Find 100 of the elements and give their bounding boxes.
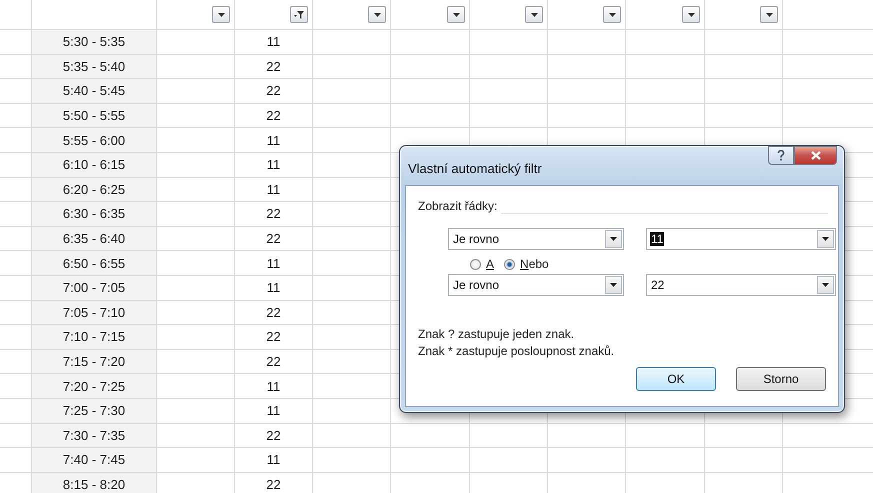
- table-cell: [0, 350, 32, 374]
- table-cell: 22: [235, 226, 313, 252]
- table-cell: 6:50 - 6:55: [32, 251, 157, 276]
- table-cell: 5:50 - 5:55: [32, 104, 157, 128]
- table-cell: 11: [235, 251, 313, 276]
- table-cell: [0, 178, 32, 202]
- table-cell: 6:30 - 6:35: [32, 202, 157, 227]
- table-cell: [0, 54, 32, 80]
- combo-value: 22: [650, 278, 666, 292]
- table-cell: [0, 104, 32, 128]
- dropdown-arrow-icon: [374, 12, 380, 16]
- dropdown-button[interactable]: [817, 230, 834, 248]
- value-combo[interactable]: 22: [646, 274, 836, 296]
- table-cell: 5:55 - 6:00: [32, 128, 157, 153]
- combo-value: 11: [650, 232, 664, 246]
- table-cell: 11: [235, 374, 313, 399]
- table-cell: 11: [235, 178, 313, 202]
- help-icon: [777, 150, 785, 161]
- ok-button[interactable]: OK: [636, 367, 716, 391]
- table-cell: 22: [235, 104, 313, 128]
- table-cell: 11: [235, 128, 313, 153]
- combo-value: Je rovno: [452, 232, 500, 246]
- table-cell: 22: [235, 300, 313, 326]
- table-cell: [0, 325, 32, 350]
- table-cell: 6:35 - 6:40: [32, 226, 157, 252]
- filter-button[interactable]: [603, 6, 621, 23]
- table-cell: [0, 251, 32, 276]
- hint-text: Znak ? zastupuje jeden znak.: [418, 327, 576, 341]
- table-cell: 11: [235, 152, 313, 178]
- table-cell: 7:10 - 7:15: [32, 325, 157, 350]
- table-cell: 7:40 - 7:45: [32, 448, 157, 473]
- dropdown-arrow-icon: [452, 12, 460, 16]
- dropdown-arrow-icon: [822, 283, 829, 287]
- header-cell: [0, 0, 32, 30]
- dropdown-arrow-icon: [608, 12, 616, 16]
- operator-combo[interactable]: Je rovno: [448, 274, 624, 296]
- table-cell: 22: [235, 350, 313, 374]
- filter-button[interactable]: [525, 6, 543, 23]
- table-cell: [0, 448, 32, 473]
- help-button[interactable]: [768, 146, 794, 165]
- table-cell: [0, 398, 32, 424]
- table-cell: 7:20 - 7:25: [32, 374, 157, 399]
- table-cell: 22: [235, 54, 313, 80]
- close-icon: [810, 151, 820, 160]
- table-cell: 22: [235, 325, 313, 350]
- table-cell: 5:40 - 5:45: [32, 79, 157, 104]
- filter-button[interactable]: [212, 6, 230, 23]
- filter-button[interactable]: [760, 6, 778, 23]
- dropdown-button[interactable]: [605, 276, 622, 294]
- table-cell: [0, 374, 32, 399]
- combo-value: Je rovno: [452, 278, 500, 292]
- table-cell: 22: [235, 472, 313, 493]
- table-cell: 7:25 - 7:30: [32, 398, 157, 424]
- table-cell: 7:05 - 7:10: [32, 300, 157, 326]
- filter-button[interactable]: [290, 6, 308, 23]
- table-cell: 11: [235, 276, 313, 301]
- value-combo[interactable]: 11: [646, 228, 836, 250]
- table-cell: 11: [235, 398, 313, 424]
- table-cell: [0, 472, 32, 493]
- table-cell: 22: [235, 202, 313, 227]
- table-cell: 7:00 - 7:05: [32, 276, 157, 301]
- table-cell: [0, 226, 32, 252]
- dropdown-arrow-icon: [218, 12, 224, 16]
- funnel-icon: [293, 10, 305, 20]
- operator-combo[interactable]: Je rovno: [448, 228, 624, 250]
- table-cell: 7:30 - 7:35: [32, 424, 157, 448]
- table-cell: 8:15 - 8:20: [32, 472, 157, 493]
- dropdown-arrow-icon: [822, 237, 829, 241]
- table-cell: 5:35 - 5:40: [32, 54, 157, 80]
- table-cell: 6:20 - 6:25: [32, 178, 157, 202]
- cancel-button[interactable]: Storno: [736, 367, 826, 391]
- table-cell: 11: [235, 30, 313, 55]
- table-cell: [0, 300, 32, 326]
- filter-button[interactable]: [682, 6, 700, 23]
- dropdown-arrow-icon: [610, 283, 617, 287]
- table-cell: [0, 128, 32, 153]
- group-label: Zobrazit řádky:: [418, 199, 498, 213]
- dropdown-arrow-icon: [688, 12, 694, 16]
- logic-radio[interactable]: Nebo: [504, 257, 549, 271]
- table-cell: [0, 30, 32, 55]
- logic-radio[interactable]: A: [470, 257, 494, 271]
- dropdown-arrow-icon: [530, 12, 538, 16]
- dropdown-arrow-icon: [766, 12, 772, 16]
- table-cell: 6:10 - 6:15: [32, 152, 157, 178]
- dropdown-button[interactable]: [817, 276, 834, 294]
- dropdown-button[interactable]: [605, 230, 622, 248]
- dialog-title: Vlastní automatický filtr: [408, 161, 542, 176]
- table-cell: [0, 202, 32, 227]
- table-cell: 11: [235, 448, 313, 473]
- table-cell: 22: [235, 424, 313, 448]
- filter-button[interactable]: [447, 6, 465, 23]
- close-button[interactable]: [794, 146, 837, 165]
- table-cell: [0, 276, 32, 301]
- table-cell: [0, 79, 32, 104]
- filter-button[interactable]: [368, 6, 386, 23]
- hint-text: Znak * zastupuje posloupnost znaků.: [418, 344, 616, 358]
- table-cell: [0, 424, 32, 448]
- table-cell: 22: [235, 79, 313, 104]
- table-cell: [0, 152, 32, 178]
- table-cell: 7:15 - 7:20: [32, 350, 157, 374]
